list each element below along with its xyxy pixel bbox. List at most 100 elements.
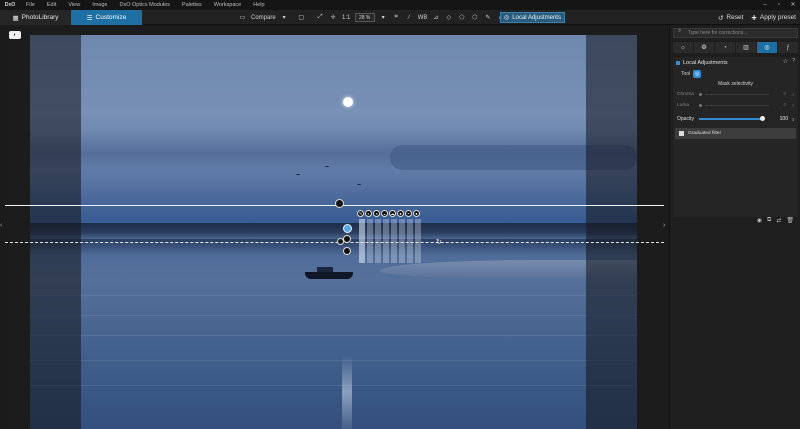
rotate-icon[interactable]: ↻ [436,238,442,246]
perspective-rect-icon[interactable]: ⬠ [455,10,468,25]
control-node[interactable] [343,235,351,243]
menu-edit[interactable]: Edit [41,0,62,10]
opacity-row: Opacity 100 ⇕ [673,113,798,125]
zoom-1to1-button[interactable]: 1:1 [340,10,353,25]
contrast-icon[interactable]: ◑ [373,210,380,217]
vibrancy-icon[interactable]: ● [413,210,420,217]
menu-workspace[interactable]: Workspace [208,0,247,10]
tab-photolibrary-label: PhotoLibrary [21,14,59,21]
invert-icon[interactable]: ⇄ [776,217,781,224]
duplicate-icon[interactable]: ⧉ [767,217,771,224]
adjustment-slider[interactable] [407,219,413,263]
opacity-slider[interactable] [699,116,765,121]
tab-local-adjustments[interactable]: ◎ [757,42,777,53]
perspective-8pt-icon[interactable]: ⬡ [468,10,481,25]
adjustment-slider[interactable] [383,219,389,263]
opacity-spinner-icon[interactable]: ⇕ [792,117,795,122]
menu-view[interactable]: View [62,0,86,10]
opacity-slider-knob[interactable] [760,116,765,121]
star-icon[interactable]: ☆ [783,58,788,65]
mask-selectivity-label: Mask selectivity [717,81,753,87]
chroma-value[interactable]: 0 [774,91,786,98]
fit-icon[interactable]: ⤢ [314,10,327,25]
opacity-value[interactable]: 100 [780,116,788,122]
circle-icon[interactable]: ● [397,210,404,217]
adjustment-slider[interactable] [367,219,373,263]
menu-help[interactable]: Help [247,0,270,10]
tab-effects[interactable]: ƒ [778,42,798,53]
adjustment-slider[interactable] [375,219,381,263]
right-panel-toggle-icon[interactable]: › [663,222,665,229]
chevron-down-icon[interactable]: ▾ [278,10,291,25]
horizon-icon[interactable]: ⊿ [429,10,442,25]
mask-list-item[interactable]: Graduated filter [675,128,796,139]
luma-dot-icon [699,104,702,107]
target-icon: ◎ [764,45,770,51]
bird [296,174,300,176]
graduated-tool-button[interactable]: ◎ [693,69,702,78]
single-view-icon[interactable]: ▢ [295,10,308,25]
saturation-icon[interactable]: ◓ [405,210,412,217]
before-after-icon[interactable]: ◐ [9,31,21,39]
cloud-icon[interactable]: ☁ [389,210,396,217]
grid-icon: ▦ [12,14,19,22]
compare-icon[interactable]: ▭ [236,10,249,25]
luma-value[interactable]: 0 [774,102,786,109]
graduated-filter-line-zero[interactable] [5,242,664,243]
chroma-spinner-icon[interactable]: ⇕ [792,92,795,97]
menu-file[interactable]: File [20,0,41,10]
close-button[interactable]: ✕ [786,0,800,10]
luma-slider[interactable] [705,105,769,106]
control-node[interactable] [343,247,351,255]
adjustment-slider[interactable] [359,219,365,263]
menu-optics-modules[interactable]: DxO Optics Modules [113,0,175,10]
moon-reflection [342,355,352,429]
tab-light[interactable]: ☼ [673,42,693,53]
tab-detail[interactable]: ◔ [715,42,735,53]
apply-preset-button[interactable]: ✚ Apply preset [751,14,796,22]
tab-customize[interactable]: ☰ Customize [71,10,142,25]
zoom-dropdown-icon[interactable]: ▾ [377,10,390,25]
tab-geometry[interactable]: ▥ [736,42,756,53]
main-toolbar: ▦ PhotoLibrary ☰ Customize ▭ Compare ▾ ▢… [0,10,800,25]
clearview-icon[interactable]: ◒ [381,210,388,217]
exposure-icon[interactable]: ◐ [365,210,372,217]
trash-icon[interactable]: 🗑 [786,217,794,224]
adjustment-slider[interactable] [391,219,397,263]
control-node-active[interactable] [343,224,352,233]
retouch-icon[interactable]: ✎ [481,10,494,25]
help-icon[interactable]: ? [792,58,795,64]
adjustment-slider[interactable] [399,219,405,263]
visibility-icon[interactable]: ◉ [757,217,762,224]
tab-color[interactable]: ❂ [694,42,714,53]
menu-image[interactable]: Image [86,0,113,10]
move-icon[interactable]: ✛ [327,10,340,25]
eyedropper-icon[interactable]: ⁄ [403,10,416,25]
brush-icon[interactable]: ✎ [357,210,364,217]
compare-button[interactable]: Compare [249,10,278,25]
target-icon: ◎ [504,15,510,21]
local-adjustments-button[interactable]: ◎ Local Adjustments [500,12,565,23]
wb-button[interactable]: WB [416,10,430,25]
graduated-filter-handle[interactable] [335,199,344,208]
apply-preset-label: Apply preset [759,14,796,21]
palette-header[interactable]: Local Adjustments ☆ ? [673,57,798,68]
zoom-percent-field[interactable]: 28 % [354,13,375,22]
tab-photolibrary[interactable]: ▦ PhotoLibrary [0,10,71,25]
minimize-button[interactable]: – [758,0,772,10]
photo-canvas[interactable] [30,35,637,429]
maximize-button[interactable]: ▫ [772,0,786,10]
tool-label: Tool [681,70,691,77]
bird [357,184,361,186]
left-panel-toggle-icon[interactable]: ‹ [0,222,2,229]
menu-palettes[interactable]: Palettes [176,0,208,10]
search-input[interactable]: Type here for corrections... [673,28,798,38]
perspective-icon[interactable]: ◇ [442,10,455,25]
reset-button[interactable]: ↺ Reset [718,14,743,22]
crop-icon[interactable]: ⌗ [390,10,403,25]
preset-icon: ✚ [751,14,757,22]
crop-mask-left [30,35,81,429]
chroma-slider[interactable] [705,94,769,95]
adjustment-slider[interactable] [415,219,421,263]
luma-spinner-icon[interactable]: ⇕ [792,103,795,108]
